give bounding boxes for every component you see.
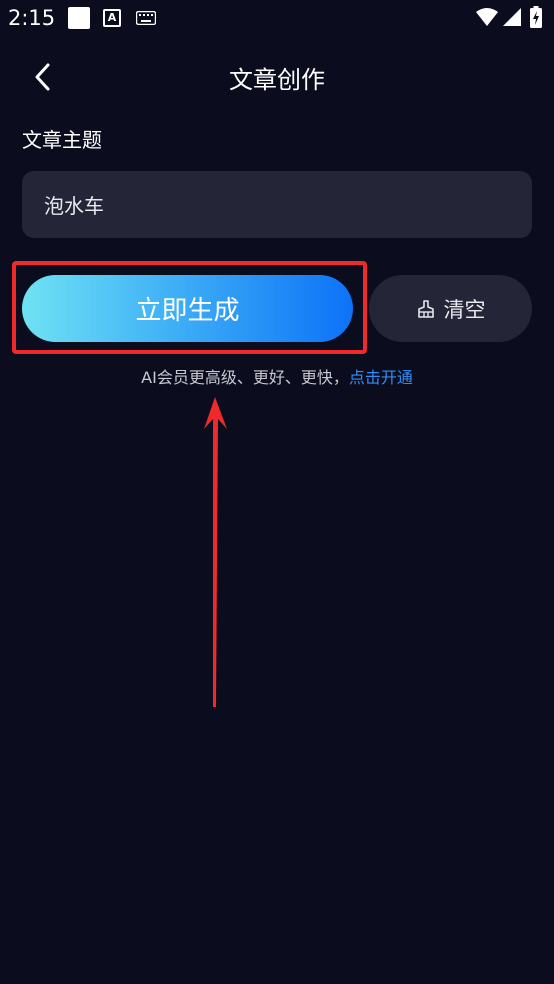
topic-label: 文章主题	[22, 128, 102, 152]
vip-activate-link[interactable]: 点击开通	[349, 368, 413, 387]
topic-input[interactable]	[22, 171, 532, 238]
keyboard-icon	[136, 11, 156, 25]
generate-button[interactable]: 立即生成	[22, 275, 353, 342]
clear-button-label: 清空	[443, 297, 486, 322]
signal-icon	[503, 8, 521, 26]
wifi-icon	[476, 8, 498, 26]
page-title: 文章创作	[229, 66, 325, 94]
notification-square-icon	[68, 7, 90, 29]
status-bar: 2:15 A	[0, 0, 554, 38]
vip-promo: AI会员更高级、更好、更快，点击开通	[0, 364, 554, 388]
notification-a-icon: A	[103, 9, 121, 27]
battery-icon	[530, 6, 542, 28]
vip-promo-text: AI会员更高级、更好、更快，	[141, 368, 349, 387]
broom-icon	[417, 299, 434, 318]
status-time: 2:15	[8, 6, 56, 30]
clear-button[interactable]: 清空	[369, 275, 532, 342]
annotation-arrow-icon	[204, 397, 227, 707]
article-creation-screen: 2:15 A 文章创作 文章主题 立即生成	[0, 0, 554, 984]
